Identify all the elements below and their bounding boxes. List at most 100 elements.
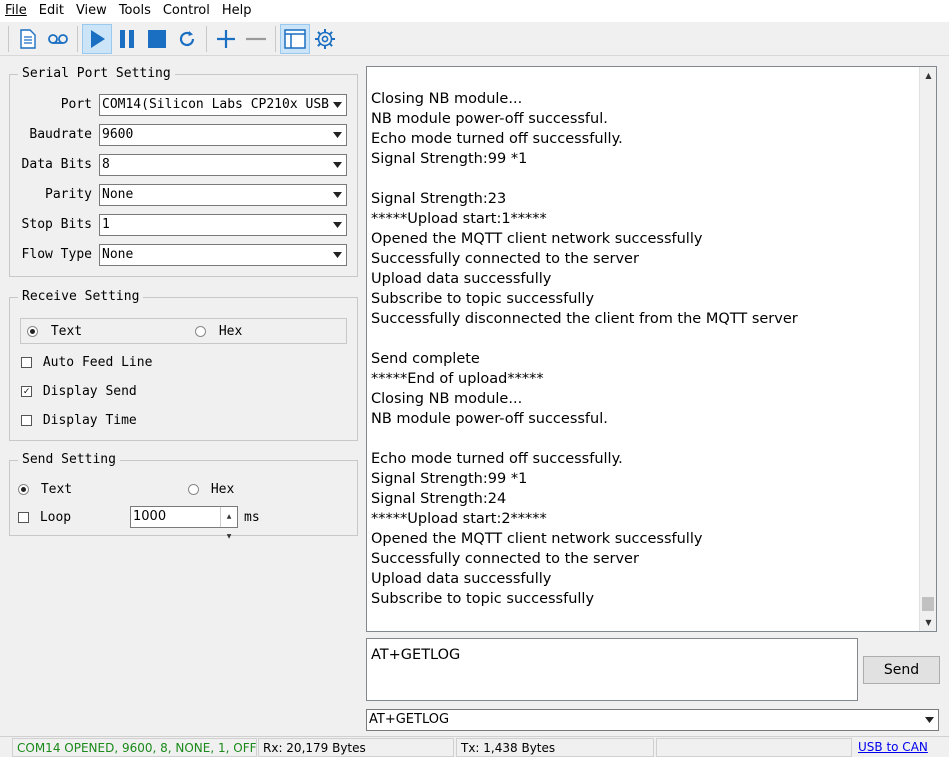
output-scrollbar[interactable]: ▲ ▼ bbox=[919, 67, 936, 631]
auto-feed-checkbox[interactable]: Auto Feed Line bbox=[21, 355, 152, 370]
send-history-value: AT+GETLOG bbox=[369, 712, 450, 727]
output-line: Upload data successfully bbox=[371, 571, 552, 587]
port-select[interactable]: COM14(Silicon Labs CP210x USB bbox=[99, 94, 347, 116]
display-send-checkbox[interactable]: ✓ Display Send bbox=[21, 384, 137, 399]
loop-interval-stepper[interactable]: 1000 ▲ ▼ bbox=[130, 506, 238, 540]
receive-text-radio[interactable]: Text bbox=[27, 324, 82, 339]
output-line: Signal Strength:23 bbox=[371, 191, 507, 207]
baudrate-label: Baudrate bbox=[29, 127, 92, 142]
document-icon[interactable] bbox=[13, 24, 43, 54]
data-bits-select[interactable]: 8 bbox=[99, 154, 347, 176]
menu-edit[interactable]: Edit bbox=[33, 0, 70, 22]
chevron-down-icon[interactable]: ▼ bbox=[221, 527, 237, 547]
output-line: Successfully disconnected the client fro… bbox=[371, 311, 798, 327]
rx-count: Rx: 20,179 Bytes bbox=[258, 738, 454, 757]
output-line: Closing NB module... bbox=[371, 91, 523, 107]
output-line: NB module power-off successful. bbox=[371, 111, 608, 127]
send-button[interactable]: Send bbox=[863, 656, 940, 684]
plus-icon[interactable] bbox=[211, 24, 241, 54]
output-line: Signal Strength:24 bbox=[371, 491, 507, 507]
loop-interval-value: 1000 bbox=[133, 509, 167, 524]
send-input[interactable]: AT+GETLOG bbox=[366, 638, 858, 701]
chevron-down-icon[interactable] bbox=[329, 245, 346, 265]
menu-file[interactable]: File bbox=[0, 0, 33, 22]
baudrate-select[interactable]: 9600 bbox=[99, 124, 347, 146]
usb-to-can-link[interactable]: USB to CAN bbox=[854, 738, 939, 757]
toolbar-separator bbox=[8, 25, 9, 52]
chevron-down-icon[interactable] bbox=[921, 710, 938, 730]
baudrate-value: 9600 bbox=[102, 127, 134, 142]
scroll-up-icon[interactable]: ▲ bbox=[920, 67, 936, 84]
status-bar: COM14 OPENED, 9600, 8, NONE, 1, OFF Rx: … bbox=[0, 736, 949, 757]
display-time-label: Display Time bbox=[42, 413, 137, 428]
window-icon[interactable] bbox=[280, 23, 310, 54]
chevron-down-icon[interactable] bbox=[329, 215, 346, 235]
loop-label: Loop bbox=[39, 510, 72, 525]
stop-bits-select[interactable]: 1 bbox=[99, 214, 347, 236]
status-empty-cell bbox=[656, 738, 852, 757]
display-time-checkbox[interactable]: Display Time bbox=[21, 413, 137, 428]
receive-text-label: Text bbox=[50, 324, 83, 339]
flow-type-value: None bbox=[102, 247, 134, 262]
chevron-down-icon[interactable] bbox=[329, 185, 346, 205]
menu-view[interactable]: View bbox=[70, 0, 113, 22]
pause-icon[interactable] bbox=[112, 24, 142, 54]
menu-control[interactable]: Control bbox=[157, 0, 216, 22]
send-history-select[interactable]: AT+GETLOG bbox=[366, 709, 939, 731]
stop-icon[interactable] bbox=[142, 24, 172, 54]
serial-port-group: Serial Port Setting Port COM14(Silicon L… bbox=[9, 66, 358, 277]
minus-icon[interactable] bbox=[241, 24, 271, 54]
refresh-icon[interactable] bbox=[172, 24, 202, 54]
stepper-buttons[interactable]: ▲ ▼ bbox=[220, 507, 237, 540]
output-line: Send complete bbox=[371, 351, 480, 367]
scroll-down-icon[interactable]: ▼ bbox=[920, 614, 936, 631]
flow-type-select[interactable]: None bbox=[99, 244, 347, 266]
receive-hex-radio[interactable]: Hex bbox=[195, 324, 242, 339]
port-status: COM14 OPENED, 9600, 8, NONE, 1, OFF bbox=[12, 738, 257, 757]
radio-off-icon bbox=[195, 326, 206, 337]
tape-icon[interactable] bbox=[43, 24, 73, 54]
menu-bar: File Edit View Tools Control Help bbox=[0, 0, 949, 22]
output-line: Opened the MQTT client network successfu… bbox=[371, 231, 703, 247]
receive-setting-group: Receive Setting Text Hex Auto Feed Line … bbox=[9, 289, 358, 441]
tx-count: Tx: 1,438 Bytes bbox=[456, 738, 654, 757]
gear-icon[interactable] bbox=[310, 24, 340, 54]
loop-unit-label: ms bbox=[244, 510, 260, 525]
receive-setting-title: Receive Setting bbox=[18, 289, 144, 304]
rx-count-text: Rx: 20,179 Bytes bbox=[263, 741, 366, 755]
loop-checkbox[interactable]: Loop bbox=[18, 510, 71, 525]
stop-bits-value: 1 bbox=[102, 217, 110, 232]
serial-port-title: Serial Port Setting bbox=[18, 66, 175, 81]
play-icon[interactable] bbox=[82, 23, 112, 54]
output-line: *****Upload start:2***** bbox=[371, 511, 547, 527]
parity-select[interactable]: None bbox=[99, 184, 347, 206]
chevron-down-icon[interactable] bbox=[329, 155, 346, 175]
chevron-down-icon[interactable] bbox=[329, 95, 346, 115]
output-line: NB module power-off successful. bbox=[371, 411, 608, 427]
output-line: Successfully connected to the server bbox=[371, 251, 639, 267]
chevron-down-icon[interactable] bbox=[329, 125, 346, 145]
output-line: Opened the MQTT client network successfu… bbox=[371, 531, 703, 547]
output-line: *****Upload start:1***** bbox=[371, 211, 547, 227]
checkmark-icon: ✓ bbox=[21, 386, 32, 397]
data-bits-label: Data Bits bbox=[21, 157, 92, 172]
output-line: Subscribe to topic successfully bbox=[371, 591, 595, 607]
send-hex-radio[interactable]: Hex bbox=[188, 482, 234, 497]
chevron-up-icon[interactable]: ▲ bbox=[221, 507, 237, 527]
data-bits-value: 8 bbox=[102, 157, 110, 172]
menu-help[interactable]: Help bbox=[216, 0, 258, 22]
port-label: Port bbox=[60, 97, 92, 112]
send-setting-title: Send Setting bbox=[18, 452, 120, 467]
checkbox-icon bbox=[21, 415, 32, 426]
usb-to-can-link-text[interactable]: USB to CAN bbox=[858, 740, 928, 754]
radio-on-icon bbox=[18, 484, 29, 495]
scrollbar-thumb[interactable] bbox=[922, 597, 934, 611]
receive-output[interactable]: Closing NB module... NB module power-off … bbox=[366, 66, 937, 632]
output-line: Echo mode turned off successfully. bbox=[371, 131, 623, 147]
send-text-radio[interactable]: Text bbox=[18, 482, 72, 497]
send-setting-group: Send Setting Text Hex Loop 1000 ▲ ▼ ms bbox=[9, 452, 358, 540]
flow-type-label: Flow Type bbox=[21, 247, 92, 262]
output-line: *****End of upload***** bbox=[371, 371, 544, 387]
menu-tools[interactable]: Tools bbox=[113, 0, 157, 22]
